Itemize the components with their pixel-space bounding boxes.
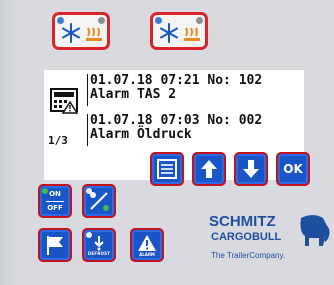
warning-icon [138, 234, 156, 251]
status-indicator-1[interactable] [52, 12, 110, 50]
status-led-gray [196, 17, 203, 24]
control-panel: 1/3 01.07.18 07:21 No: 102 Alarm TAS 2 0… [0, 0, 334, 285]
alarm-2-text: Alarm Öldruck [90, 127, 192, 142]
off-label: OFF [47, 203, 63, 212]
schmitz-cargobull-logo: SCHMITZ CARGOBULL The TrailerCompany. [209, 213, 330, 260]
heat-icon [184, 27, 200, 41]
alarm-list-icon [50, 88, 79, 114]
separator [87, 114, 88, 146]
alarm-label: ALARM [139, 251, 155, 257]
on-off-button[interactable]: ON OFF [38, 184, 72, 218]
flag-icon [47, 236, 63, 255]
ok-label: OK [283, 162, 303, 176]
snowflake-icon [160, 23, 178, 43]
alarm-1-text: Alarm TAS 2 [90, 87, 177, 102]
snowflake-icon [62, 23, 80, 43]
brand-logo: SCHMITZ CARGOBULL The TrailerCompany. [205, 210, 333, 270]
down-button[interactable] [234, 152, 268, 186]
status-led-white [86, 232, 92, 238]
elephant-icon [300, 215, 330, 246]
mode-toggle-button[interactable] [82, 184, 116, 218]
defrost-label: DEFROST [87, 250, 111, 256]
logo-line2: CARGOBULL [211, 231, 282, 243]
status-led-gray [98, 17, 105, 24]
status-indicator-2[interactable] [150, 12, 208, 50]
menu-button[interactable] [150, 152, 184, 186]
separator [87, 74, 88, 106]
document-icon [157, 159, 177, 179]
status-led-white [86, 188, 92, 194]
on-label: ON [49, 189, 61, 198]
arrow-down-icon [243, 160, 259, 178]
logo-tagline: The TrailerCompany. [211, 251, 285, 260]
ok-button[interactable]: OK [276, 152, 310, 186]
defrost-icon [94, 235, 104, 250]
language-button[interactable] [38, 228, 72, 262]
alarm-button[interactable]: ALARM [130, 228, 164, 262]
alarm-1-header: 01.07.18 07:21 No: 102 [90, 73, 263, 88]
divider [46, 200, 64, 202]
arrow-up-icon [201, 160, 217, 178]
up-button[interactable] [192, 152, 226, 186]
page-indicator: 1/3 [48, 134, 68, 147]
alarm-2-header: 01.07.18 07:03 No: 002 [90, 113, 263, 128]
heat-icon [86, 27, 102, 41]
logo-line1: SCHMITZ [209, 213, 276, 230]
status-led-green [42, 188, 48, 194]
defrost-button[interactable]: DEFROST [82, 228, 116, 262]
